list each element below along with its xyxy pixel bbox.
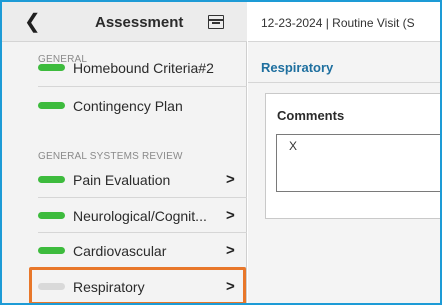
chevron-left-icon[interactable]: ❮	[24, 11, 44, 33]
section-header: Respiratory	[248, 43, 440, 83]
status-indicator	[38, 247, 65, 254]
status-indicator	[38, 64, 65, 71]
divider	[38, 232, 247, 233]
app-window: ❮ Assessment GENERAL Homebound Criteria#…	[0, 0, 442, 305]
section-label-general-systems-review: GENERAL SYSTEMS REVIEW	[38, 151, 183, 162]
status-indicator	[38, 212, 65, 219]
selection-highlight	[29, 267, 246, 303]
main-content: 12-23-2024 | Routine Visit (S Respirator…	[248, 2, 440, 303]
section-title: Respiratory	[261, 60, 334, 75]
sidebar-item-label: Cardiovascular	[73, 243, 167, 259]
comments-card: Comments X	[265, 93, 440, 219]
sidebar-item-cardiovascular[interactable]: Cardiovascular >	[38, 234, 247, 268]
calendar-icon[interactable]	[208, 15, 224, 29]
divider	[38, 197, 247, 198]
visit-header: 12-23-2024 | Routine Visit (S	[248, 2, 440, 42]
sidebar-item-neurological[interactable]: Neurological/Cognit... >	[38, 199, 247, 233]
comments-value: X	[289, 139, 298, 153]
status-indicator	[38, 176, 65, 183]
chevron-right-icon: >	[226, 207, 235, 224]
sidebar-item-label: Neurological/Cognit...	[73, 208, 207, 224]
sidebar-item-label: Contingency Plan	[73, 98, 183, 114]
divider	[38, 86, 247, 87]
visit-info: 12-23-2024 | Routine Visit (S	[261, 16, 415, 30]
sidebar-item-homebound-criteria[interactable]: Homebound Criteria#2	[38, 51, 247, 85]
chevron-right-icon: >	[226, 171, 235, 188]
sidebar-item-label: Homebound Criteria#2	[73, 60, 214, 76]
sidebar-title: Assessment	[95, 14, 184, 31]
status-indicator	[38, 102, 65, 109]
sidebar-item-label: Pain Evaluation	[73, 172, 171, 188]
sidebar-header: ❮ Assessment	[2, 2, 247, 42]
chevron-right-icon: >	[226, 242, 235, 259]
comments-field[interactable]: X	[276, 134, 440, 192]
sidebar: ❮ Assessment GENERAL Homebound Criteria#…	[2, 2, 247, 303]
comments-title: Comments	[277, 108, 345, 123]
sidebar-item-contingency-plan[interactable]: Contingency Plan	[38, 89, 247, 123]
sidebar-item-pain-evaluation[interactable]: Pain Evaluation >	[38, 163, 247, 197]
